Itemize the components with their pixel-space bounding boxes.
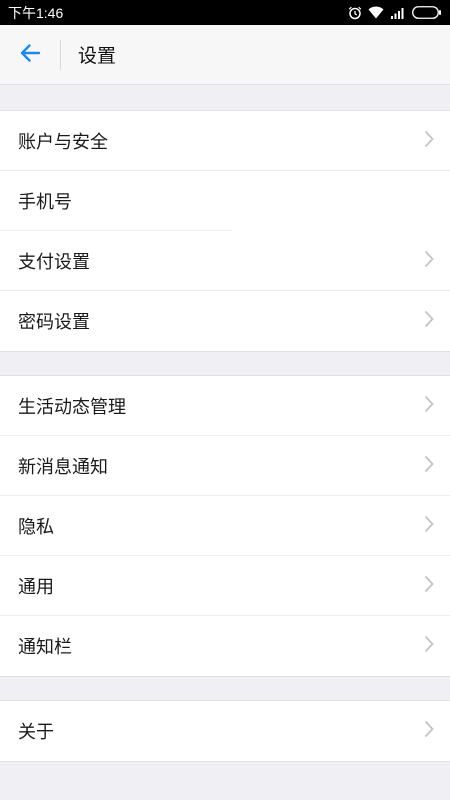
chevron-right-icon bbox=[424, 515, 434, 537]
wifi-icon bbox=[368, 6, 384, 19]
settings-item-phone[interactable]: 手机号 bbox=[0, 171, 450, 231]
settings-item-notifications[interactable]: 新消息通知 bbox=[0, 436, 450, 496]
settings-item-payment[interactable]: 支付设置 bbox=[0, 231, 450, 291]
chevron-right-icon bbox=[424, 635, 434, 657]
settings-item-label: 生活动态管理 bbox=[18, 397, 126, 418]
back-button[interactable] bbox=[0, 25, 60, 85]
chevron-right-icon bbox=[424, 250, 434, 272]
settings-group-about: 关于 bbox=[0, 700, 450, 762]
settings-group-account: 账户与安全 手机号 支付设置 密码设置 bbox=[0, 110, 450, 352]
settings-group-general: 生活动态管理 新消息通知 隐私 通用 通知栏 bbox=[0, 375, 450, 677]
chevron-right-icon bbox=[424, 455, 434, 477]
alarm-icon bbox=[348, 6, 362, 20]
settings-item-moments[interactable]: 生活动态管理 bbox=[0, 376, 450, 436]
battery-icon bbox=[412, 6, 442, 19]
settings-item-privacy[interactable]: 隐私 bbox=[0, 496, 450, 556]
status-bar: 下午1:46 bbox=[0, 0, 450, 25]
header-divider bbox=[60, 39, 61, 70]
settings-item-label: 账户与安全 bbox=[18, 132, 108, 153]
chevron-right-icon bbox=[424, 575, 434, 597]
signal-icon bbox=[390, 7, 406, 19]
chevron-right-icon bbox=[424, 310, 434, 332]
back-arrow-icon bbox=[19, 43, 41, 67]
chevron-right-icon bbox=[424, 395, 434, 417]
settings-item-label: 新消息通知 bbox=[18, 457, 108, 478]
settings-item-label: 关于 bbox=[18, 722, 54, 743]
settings-item-label: 通用 bbox=[18, 577, 54, 598]
settings-item-label: 支付设置 bbox=[18, 252, 90, 273]
page-title: 设置 bbox=[78, 45, 117, 67]
settings-item-label: 隐私 bbox=[18, 517, 54, 538]
status-time: 下午1:46 bbox=[8, 4, 64, 21]
settings-item-label: 密码设置 bbox=[18, 312, 90, 333]
chevron-right-icon bbox=[424, 130, 434, 152]
settings-item-about[interactable]: 关于 bbox=[0, 701, 450, 761]
settings-item-label: 通知栏 bbox=[18, 637, 72, 658]
app-bar: 设置 bbox=[0, 25, 450, 85]
settings-item-label: 手机号 bbox=[18, 192, 72, 213]
settings-item-general[interactable]: 通用 bbox=[0, 556, 450, 616]
status-icons bbox=[348, 6, 442, 20]
chevron-right-icon bbox=[424, 720, 434, 742]
settings-item-account-security[interactable]: 账户与安全 bbox=[0, 111, 450, 171]
settings-item-password[interactable]: 密码设置 bbox=[0, 291, 450, 351]
settings-item-notification-bar[interactable]: 通知栏 bbox=[0, 616, 450, 676]
